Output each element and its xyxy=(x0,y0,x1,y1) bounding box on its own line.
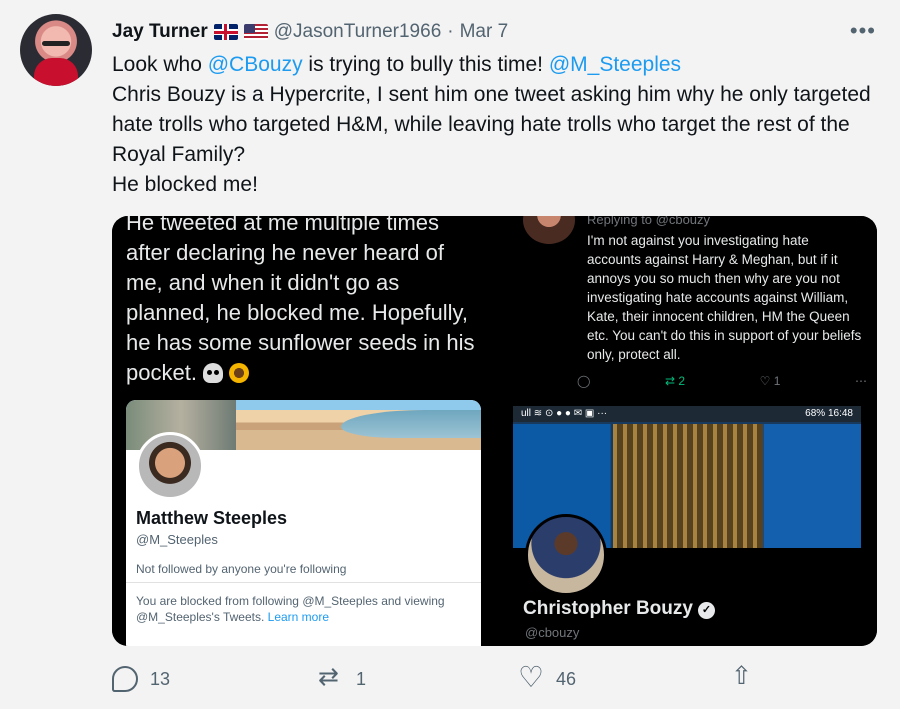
mention-link[interactable]: @CBouzy xyxy=(208,53,303,76)
retweet-count: ⇄ 2 xyxy=(665,374,686,388)
skull-emoji-icon xyxy=(203,363,224,383)
avatar-glasses xyxy=(42,41,70,46)
retweet-count: 1 xyxy=(356,668,367,689)
status-left: ull ≋ ⊙ ● ● ✉ ▣ ··· xyxy=(521,408,608,419)
reply-count: 13 xyxy=(150,668,171,689)
profile-handle: @M_Steeples xyxy=(136,532,218,547)
screenshot-tweet-text: He tweeted at me multiple times after de… xyxy=(126,216,486,388)
profile-card-steeples: Matthew Steeples @M_Steeples Not followe… xyxy=(126,400,481,646)
tweet-text-line2: Chris Bouzy is a Hypercrite, I sent him … xyxy=(112,83,871,166)
verified-icon: ✓ xyxy=(697,602,715,619)
banner-sea xyxy=(341,410,481,438)
tweet-text-line1: Look who @CBouzy is trying to bully this… xyxy=(112,50,872,80)
media-image-left[interactable]: He tweeted at me multiple times after de… xyxy=(112,216,493,646)
divider xyxy=(126,582,481,583)
follow-status: Not followed by anyone you're following xyxy=(136,562,347,576)
author-name[interactable]: Jay Turner xyxy=(112,21,208,43)
blocked-notice: You are blocked from following @M_Steepl… xyxy=(136,593,466,625)
like-action[interactable]: 46 xyxy=(518,660,577,695)
tweet-text: Look who @CBouzy is trying to bully this… xyxy=(112,50,872,200)
profile-name: Matthew Steeples xyxy=(136,508,288,528)
tweet-text-line3: He blocked me! xyxy=(112,173,258,196)
reply-icon[interactable] xyxy=(112,666,138,692)
screenshot-text: He tweeted at me multiple times after de… xyxy=(126,216,475,385)
retweet-icon[interactable] xyxy=(318,662,344,692)
profile-avatar xyxy=(136,432,204,500)
reply-action[interactable]: 13 xyxy=(112,666,170,692)
text-fragment: is trying to bully this time! xyxy=(302,53,549,76)
share-action[interactable] xyxy=(727,661,753,692)
tweet-media[interactable]: He tweeted at me multiple times after de… xyxy=(112,216,877,646)
tweet-date[interactable]: Mar 7 xyxy=(460,21,509,43)
avatar-shirt xyxy=(34,58,78,86)
quantum-computer-image xyxy=(613,424,763,548)
like-number: 1 xyxy=(773,374,781,388)
tweet-actions: 13 1 46 xyxy=(112,660,753,698)
media-image-right[interactable]: Replying to @cbouzy I'm not against you … xyxy=(497,216,877,646)
reply-actions: ◯ ⇄ 2 ♡ 1 ⋯ xyxy=(577,374,867,388)
text-fragment: Look who xyxy=(112,53,208,76)
bouzy-name: Christopher Bouzy ✓ xyxy=(523,598,715,620)
learn-more-link: Learn more xyxy=(267,610,330,624)
status-right: 68% 16:48 xyxy=(805,408,853,419)
reply-avatar xyxy=(523,216,575,244)
share-icon[interactable] xyxy=(727,661,753,692)
author-handle[interactable]: @JasonTurner1966 xyxy=(274,21,442,43)
retweet-number: 2 xyxy=(678,374,686,388)
share-icon: ⋯ xyxy=(854,374,867,388)
like-count: ♡ 1 xyxy=(759,374,781,388)
like-count: 46 xyxy=(556,668,577,689)
bouzy-avatar xyxy=(525,514,607,596)
mention-link[interactable]: @M_Steeples xyxy=(549,53,681,76)
bouzy-handle: @cbouzy xyxy=(525,625,580,640)
reply-icon: ◯ xyxy=(577,374,591,388)
bouzy-name-text: Christopher Bouzy xyxy=(523,598,693,619)
more-options-icon[interactable]: ••• xyxy=(850,18,876,44)
author-avatar[interactable] xyxy=(20,14,92,86)
uk-flag-icon xyxy=(213,24,238,40)
tweet-header: Jay Turner @JasonTurner1966 · Mar 7 xyxy=(112,18,508,46)
separator: · xyxy=(447,21,454,42)
phone-status-bar: ull ≋ ⊙ ● ● ✉ ▣ ··· 68% 16:48 xyxy=(513,406,861,422)
reply-text: I'm not against you investigating hate a… xyxy=(587,233,862,362)
us-flag-icon xyxy=(243,24,268,40)
sunflower-emoji-icon xyxy=(229,363,250,383)
replying-to: Replying to @cbouzy xyxy=(587,216,711,227)
retweet-action[interactable]: 1 xyxy=(318,662,367,692)
heart-icon[interactable] xyxy=(518,660,544,695)
